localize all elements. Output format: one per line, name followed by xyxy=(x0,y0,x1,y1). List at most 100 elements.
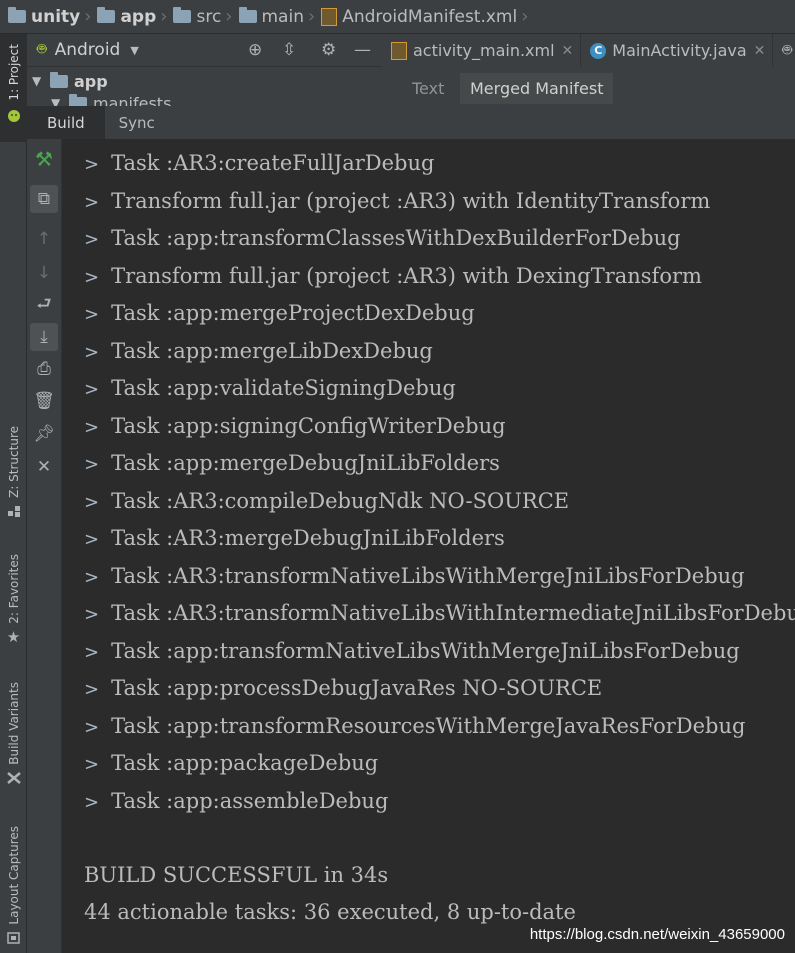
java-class-icon: C xyxy=(590,42,607,59)
manifest-view-tabs: Text Merged Manifest xyxy=(382,67,795,106)
output-line[interactable]: > Transform full.jar (project :AR3) with … xyxy=(84,263,702,291)
output-line-text: Transform full.jar (project :AR3) with D… xyxy=(111,263,702,288)
gear-icon[interactable]: ⚙ xyxy=(321,40,336,60)
chevron-down-icon[interactable]: ▼ xyxy=(130,44,138,57)
locate-target-icon[interactable]: ⊕ xyxy=(248,40,262,60)
up-arrow-icon[interactable]: ↑ xyxy=(30,225,58,253)
output-line-text: Task :app:validateSigningDebug xyxy=(111,376,456,400)
tab-merged-manifest[interactable]: Merged Manifest xyxy=(460,73,614,104)
chevron-right-icon[interactable]: > xyxy=(84,567,99,588)
tab-text[interactable]: Text xyxy=(402,73,454,104)
output-line[interactable]: > Task :app:transformClassesWithDexBuilde… xyxy=(84,225,681,253)
chevron-right-icon[interactable]: > xyxy=(84,304,99,325)
close-icon[interactable]: ✕ xyxy=(562,43,574,59)
breadcrumb-separator: › xyxy=(84,6,92,27)
chevron-right-icon[interactable]: > xyxy=(84,792,99,813)
output-line[interactable]: > Task :app:transformResourcesWithMergeJa… xyxy=(84,713,745,741)
chevron-right-icon[interactable]: > xyxy=(84,192,99,213)
chevron-right-icon[interactable]: > xyxy=(84,754,99,775)
chevron-right-icon[interactable]: > xyxy=(84,229,99,250)
output-line-text: Task :AR3:mergeDebugJniLibFolders xyxy=(111,526,505,550)
breadcrumb-separator: › xyxy=(521,6,529,27)
collapse-all-icon[interactable]: ⇳ xyxy=(282,40,296,60)
breadcrumb-item-unity[interactable]: unity › xyxy=(8,6,97,27)
output-line[interactable]: > Task :app:mergeProjectDexDebug xyxy=(84,300,475,328)
breadcrumb-item-app[interactable]: app › xyxy=(97,6,173,27)
output-line-text: Task :AR3:createFullJarDebug xyxy=(111,151,435,175)
output-line-text: Task :app:assembleDebug xyxy=(111,788,389,813)
build-variants-icon xyxy=(6,771,21,784)
chevron-right-icon[interactable]: > xyxy=(84,417,99,438)
output-line[interactable]: > Task :AR3:createFullJarDebug xyxy=(84,150,434,178)
output-line[interactable]: > Task :AR3:transformNativeLibsWithMergeJ… xyxy=(84,563,745,591)
trash-icon[interactable]: 🗑︎ xyxy=(30,387,58,415)
output-line[interactable]: > Task :app:mergeLibDexDebug xyxy=(84,338,433,366)
down-arrow-icon[interactable]: ↓ xyxy=(30,259,58,287)
tool-tab-project[interactable]: 1: Project xyxy=(0,34,27,142)
tool-tab-build-variants[interactable]: Build Variants xyxy=(0,682,27,785)
chevron-right-icon[interactable]: > xyxy=(84,642,99,663)
tree-row-manifests[interactable]: ▼ manifests xyxy=(27,89,382,106)
editor-tab-bar: activity_main.xml ✕ C MainActivity.java … xyxy=(382,34,795,68)
chevron-right-icon[interactable]: > xyxy=(84,154,99,175)
tab-main-activity-java[interactable]: C MainActivity.java ✕ xyxy=(581,34,774,67)
chevron-right-icon[interactable]: > xyxy=(84,679,99,700)
close-icon[interactable]: ✕ xyxy=(754,43,766,59)
output-line-text: Task :app:transformNativeLibsWithMergeJn… xyxy=(111,638,740,663)
close-icon[interactable]: ✕ xyxy=(30,453,58,481)
chevron-right-icon[interactable]: > xyxy=(84,604,99,625)
output-line[interactable]: > Task :AR3:compileDebugNdk NO-SOURCE xyxy=(84,488,569,516)
print-icon[interactable]: ⎙ xyxy=(30,355,58,383)
scroll-to-end-icon[interactable]: ⤓ xyxy=(30,323,58,351)
tab-build[interactable]: Build xyxy=(27,106,105,139)
build-output-console: > Task :AR3:createFullJarDebug > Transform … xyxy=(62,139,795,953)
output-line[interactable]: > Task :app:validateSigningDebug xyxy=(84,375,456,403)
breadcrumb-separator: › xyxy=(160,6,168,27)
chevron-right-icon[interactable]: > xyxy=(84,492,99,513)
output-line[interactable]: > Task :AR3:mergeDebugJniLibFolders xyxy=(84,525,505,553)
tab-truncated[interactable]: 🤖︎ A xyxy=(773,34,795,67)
build-status-line: BUILD SUCCESSFUL in 34s xyxy=(84,863,389,887)
chevron-right-icon[interactable]: > xyxy=(84,717,99,738)
build-console-toolbar: ⚒ ⧉ ↑ ↓ ⮐ ⤓ ⎙ 🗑︎ 📌︎ ✕ xyxy=(27,139,62,953)
structure-icon xyxy=(7,505,20,517)
tool-tab-favorites[interactable]: 2: Favorites ★ xyxy=(0,554,27,646)
output-line[interactable]: > Task :app:signingConfigWriterDebug xyxy=(84,413,506,441)
xml-file-icon xyxy=(391,41,407,60)
layout-captures-icon xyxy=(6,931,20,944)
expand-triangle-icon[interactable]: ▼ xyxy=(32,74,50,88)
folder-icon xyxy=(69,93,87,106)
output-line[interactable]: > Task :AR3:transformNativeLibsWithInterm… xyxy=(84,600,795,628)
output-line[interactable]: > Task :app:assembleDebug xyxy=(84,788,388,816)
output-line[interactable]: > Task :app:packageDebug xyxy=(84,750,378,778)
output-line[interactable]: > Task :app:transformNativeLibsWithMergeJ… xyxy=(84,638,740,666)
chevron-right-icon[interactable]: > xyxy=(84,342,99,363)
tool-tab-structure[interactable]: Z: Structure xyxy=(0,426,27,518)
hammer-icon[interactable]: ⚒ xyxy=(30,145,58,173)
module-folder-icon xyxy=(50,71,68,88)
folder-icon xyxy=(173,7,192,23)
breadcrumb-item-manifest[interactable]: AndroidManifest.xml › xyxy=(321,6,534,27)
tab-activity-main-xml[interactable]: activity_main.xml ✕ xyxy=(382,34,582,67)
project-view-selector[interactable]: Android xyxy=(55,40,121,60)
chevron-right-icon[interactable]: > xyxy=(84,529,99,550)
hide-panel-icon[interactable]: — xyxy=(354,40,371,60)
output-line-text: Task :app:transformClassesWithDexBuilder… xyxy=(111,226,681,250)
build-tool-tabs: Build Sync xyxy=(27,106,795,140)
output-line[interactable]: > Task :app:processDebugJavaRes NO-SOURCE xyxy=(84,675,602,703)
breadcrumb-item-main[interactable]: main › xyxy=(238,6,322,27)
output-line-text: Task :app:mergeDebugJniLibFolders xyxy=(111,451,500,475)
chevron-right-icon[interactable]: > xyxy=(84,379,99,400)
chevron-right-icon[interactable]: > xyxy=(84,267,99,288)
tab-sync[interactable]: Sync xyxy=(105,106,169,139)
chevron-right-icon[interactable]: > xyxy=(84,454,99,475)
breadcrumb-item-src[interactable]: src › xyxy=(173,6,238,27)
output-line[interactable]: > Task :app:mergeDebugJniLibFolders xyxy=(84,450,500,478)
toggle-view-icon[interactable]: ⧉ xyxy=(30,185,58,213)
output-line[interactable]: > Transform full.jar (project :AR3) with … xyxy=(84,188,710,216)
expand-triangle-icon[interactable]: ▼ xyxy=(51,96,69,106)
soft-wrap-icon[interactable]: ⮐ xyxy=(30,291,58,319)
pin-icon[interactable]: 📌︎ xyxy=(30,420,58,448)
output-line-text: Transform full.jar (project :AR3) with I… xyxy=(111,188,711,213)
tool-tab-layout-captures[interactable]: Layout Captures xyxy=(0,826,27,945)
